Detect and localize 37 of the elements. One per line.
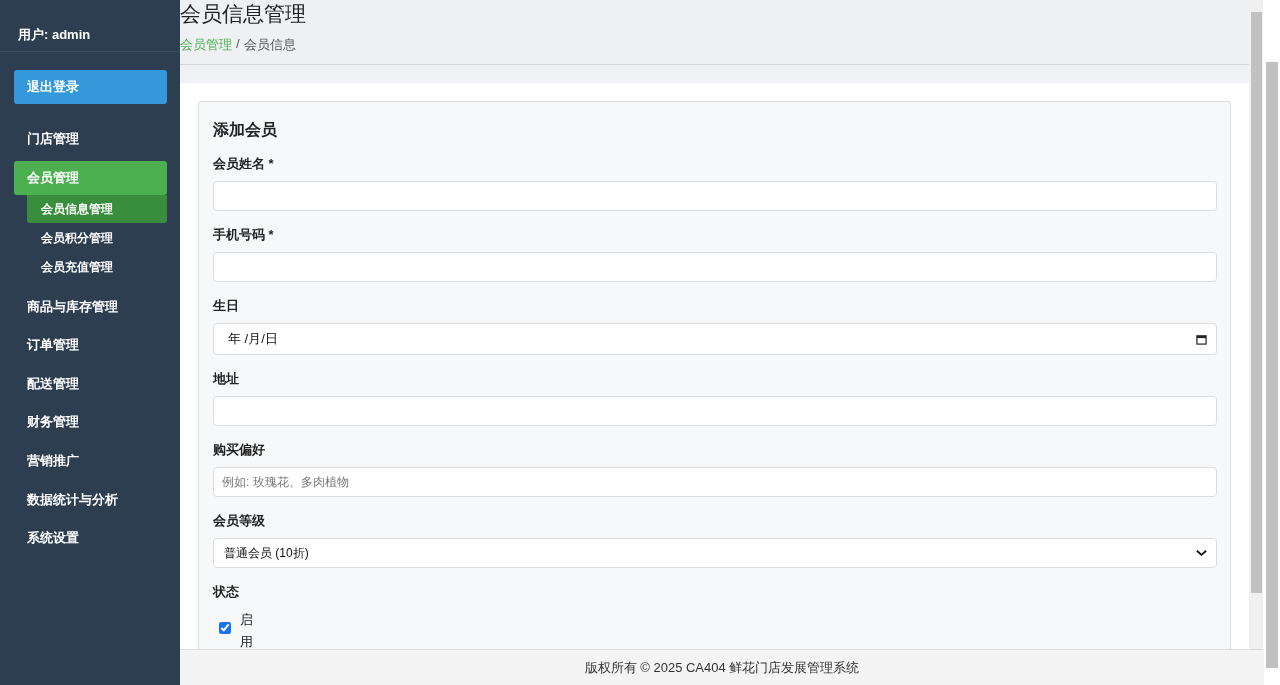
field-label: 地址 bbox=[213, 370, 240, 388]
nav-item[interactable]: 财务管理 bbox=[14, 405, 167, 440]
input-field[interactable] bbox=[213, 181, 1217, 211]
nav-subitem[interactable]: 会员充值管理 bbox=[27, 252, 167, 281]
copyright-text: 版权所有 © 2025 CA404 鲜花门店发展管理系统 bbox=[584, 658, 860, 677]
breadcrumb-separator: / bbox=[236, 36, 240, 53]
date-value: 年 /月/日 bbox=[228, 330, 278, 348]
field-label: 生日 bbox=[213, 297, 240, 315]
nav-item[interactable]: 数据统计与分析 bbox=[14, 482, 167, 517]
scrollbar[interactable] bbox=[1249, 0, 1263, 650]
nav-item[interactable]: 商品与库存管理 bbox=[14, 289, 167, 324]
nav-item[interactable]: 营销推广 bbox=[14, 443, 167, 478]
chevron-down-icon bbox=[1196, 549, 1207, 557]
calendar-icon[interactable] bbox=[1196, 333, 1207, 345]
user-label: 用户: admin bbox=[18, 25, 91, 44]
input-field[interactable] bbox=[213, 252, 1217, 282]
field-label: 会员等级 bbox=[213, 512, 266, 530]
date-field[interactable]: 年 /月/日 bbox=[213, 323, 1217, 355]
input-field[interactable] bbox=[213, 396, 1217, 426]
breadcrumb-current: 会员信息 bbox=[243, 36, 296, 54]
field-label: 状态 bbox=[213, 583, 240, 601]
form-title: 添加会员 bbox=[213, 120, 278, 140]
nav-item[interactable]: 门店管理 bbox=[14, 122, 167, 156]
nav-item[interactable]: 订单管理 bbox=[14, 328, 167, 363]
page-title: 会员信息管理 bbox=[180, 1, 307, 27]
field-label: 会员姓名 * bbox=[213, 155, 275, 173]
nav-item[interactable]: 配送管理 bbox=[14, 366, 167, 401]
nav-subitem[interactable]: 会员信息管理 bbox=[27, 194, 167, 223]
scrollbar[interactable] bbox=[1263, 0, 1280, 685]
nav-item[interactable]: 系统设置 bbox=[14, 521, 167, 556]
input-field[interactable]: 例如: 玫瑰花、多肉植物 bbox=[213, 467, 1217, 497]
select-field[interactable]: 普通会员 (10折) bbox=[213, 538, 1217, 568]
checkbox-label: 启用 bbox=[240, 611, 253, 651]
nav-subitem[interactable]: 会员积分管理 bbox=[27, 223, 167, 252]
field-label: 手机号码 * bbox=[213, 226, 275, 244]
field-label: 购买偏好 bbox=[213, 441, 266, 459]
checkbox[interactable] bbox=[219, 622, 231, 634]
